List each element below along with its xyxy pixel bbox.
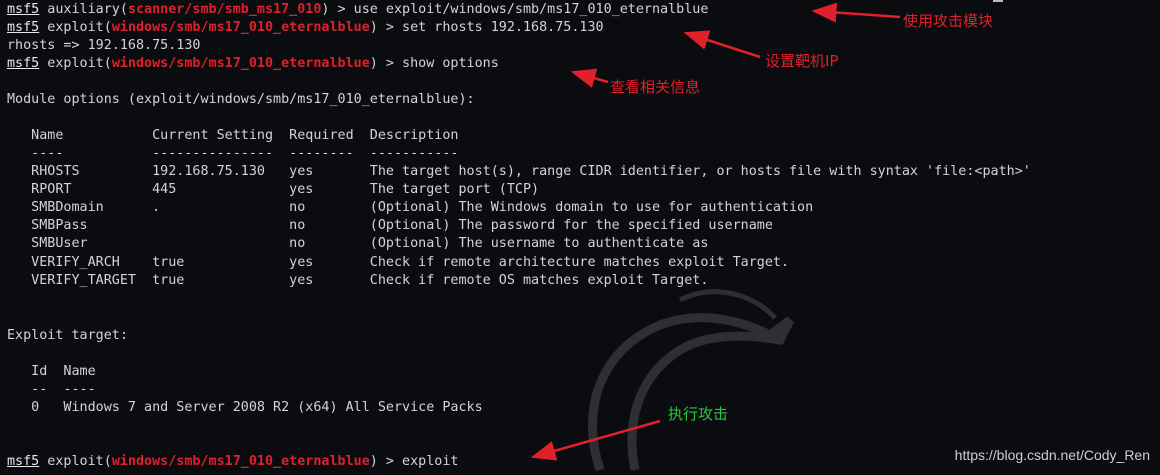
- annotation-use-module: 使用攻击模块: [903, 12, 994, 30]
- terminal-window[interactable]: msf5 auxiliary(scanner/smb/smb_ms17_010)…: [0, 0, 1160, 475]
- annotation-run-exploit: 执行攻击: [668, 405, 729, 423]
- annotation-show-info: 查看相关信息: [610, 78, 701, 96]
- annotation-set-target-ip: 设置靶机IP: [765, 52, 839, 70]
- annotation-arrows: [530, 2, 901, 461]
- arrow-set-ip-icon: [683, 30, 761, 59]
- arrow-use-module-icon: [811, 2, 901, 23]
- arrow-exploit-icon: [530, 419, 661, 461]
- arrow-show-options-icon: [570, 68, 609, 88]
- blog-watermark: https://blog.csdn.net/Cody_Ren: [954, 447, 1150, 463]
